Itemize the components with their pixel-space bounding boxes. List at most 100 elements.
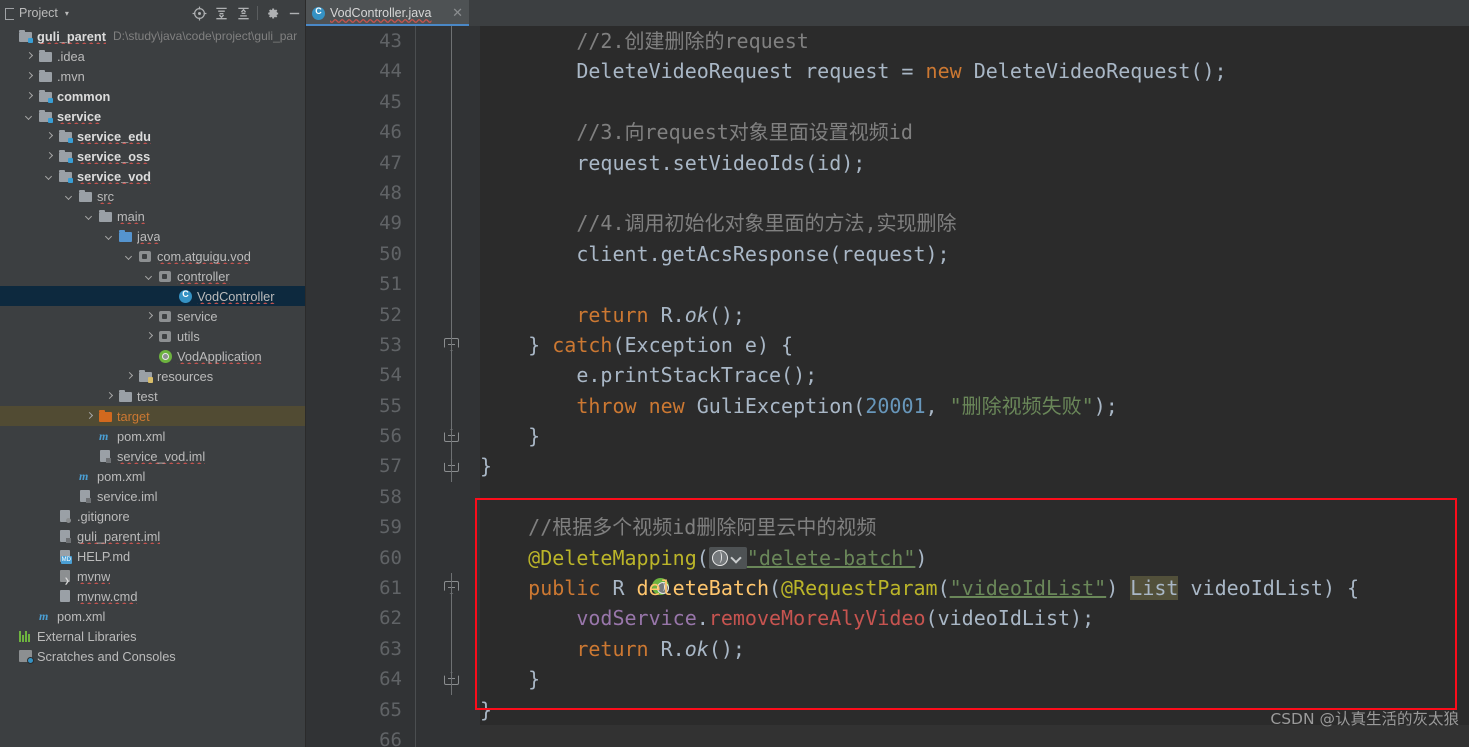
tree-node-guli-parent-iml[interactable]: guli_parent.iml <box>0 526 305 546</box>
line-number: 53 <box>379 333 402 356</box>
project-view-icon <box>5 8 14 20</box>
tree-node-vodapplication[interactable]: VodApplication <box>0 346 305 366</box>
code-line[interactable]: 43 //2.创建删除的request <box>306 26 1469 56</box>
code-line[interactable]: 60 @DeleteMapping("delete-batch") <box>306 543 1469 573</box>
code-line[interactable]: 44 DeleteVideoRequest request = new Dele… <box>306 56 1469 86</box>
tree-node-resources[interactable]: resources <box>0 366 305 386</box>
tree-node-test[interactable]: test <box>0 386 305 406</box>
tree-node-service[interactable]: service <box>0 306 305 326</box>
code-token: ok <box>684 302 709 327</box>
code-line[interactable]: 54 e.printStackTrace(); <box>306 360 1469 390</box>
code-line[interactable]: 56 } <box>306 421 1469 451</box>
code-token: R. <box>660 636 685 661</box>
tree-toggle-down-icon[interactable] <box>85 211 96 222</box>
code-line[interactable]: 52 return R.ok(); <box>306 300 1469 330</box>
tree-toggle-right-icon[interactable] <box>25 51 36 62</box>
maven-icon: m <box>79 469 89 483</box>
collapse-all-button[interactable] <box>232 2 254 24</box>
tree-toggle-down-icon[interactable] <box>145 271 156 282</box>
expand-all-button[interactable] <box>210 2 232 24</box>
code-line[interactable]: 49 //4.调用初始化对象里面的方法,实现删除 <box>306 208 1469 238</box>
tree-node-mvn[interactable]: .mvn <box>0 66 305 86</box>
tree-toggle-right-icon[interactable] <box>45 131 56 142</box>
tree-node-gitignore[interactable]: .gitignore <box>0 506 305 526</box>
editor-tab-vodcontroller[interactable]: VodController.java ✕ <box>306 0 469 26</box>
code-line[interactable]: 64 } <box>306 664 1469 694</box>
tree-toggle-right-icon[interactable] <box>45 151 56 162</box>
tree-node-service-vod-iml[interactable]: service_vod.iml <box>0 446 305 466</box>
code-line[interactable]: 63 return R.ok(); <box>306 634 1469 664</box>
tree-node-service-oss[interactable]: service_oss <box>0 146 305 166</box>
code-line[interactable]: 50 client.getAcsResponse(request); <box>306 239 1469 269</box>
tree-node-src[interactable]: src <box>0 186 305 206</box>
tree-node-label: .mvn <box>57 68 85 84</box>
code-line[interactable]: 62 vodService.removeMoreAlyVideo(videoId… <box>306 603 1469 633</box>
folder-icon <box>39 69 53 83</box>
tree-node-pom-xml[interactable]: m pom.xml <box>0 426 305 446</box>
tree-toggle-down-icon[interactable] <box>45 171 56 182</box>
request-mapping-globe-icon[interactable] <box>708 546 747 569</box>
tree-node-service-vod[interactable]: service_vod <box>0 166 305 186</box>
code-line[interactable]: 61 public R deleteBatch(@RequestParam("v… <box>306 573 1469 603</box>
tree-node-pom-xml[interactable]: m pom.xml <box>0 466 305 486</box>
tree-toggle-right-icon[interactable] <box>105 391 116 402</box>
settings-button[interactable] <box>261 2 283 24</box>
hide-tool-window-button[interactable] <box>283 2 305 24</box>
tree-node-service[interactable]: service <box>0 106 305 126</box>
code-line[interactable]: 48 <box>306 178 1469 208</box>
code-token: (Exception e) { <box>612 332 794 357</box>
code-line[interactable]: 53 } catch(Exception e) { <box>306 330 1469 360</box>
code-line[interactable]: 55 throw new GuliException(20001, "删除视频失… <box>306 391 1469 421</box>
tree-toggle-right-icon[interactable] <box>145 331 156 342</box>
markdown-file-icon <box>59 549 73 564</box>
tree-toggle-right-icon[interactable] <box>85 411 96 422</box>
tree-node-main[interactable]: main <box>0 206 305 226</box>
tree-node-controller[interactable]: controller <box>0 266 305 286</box>
project-tree[interactable]: guli_parent D:\study\java\code\project\gu… <box>0 26 305 747</box>
code-line[interactable]: 59 //根据多个视频id删除阿里云中的视频 <box>306 512 1469 542</box>
tree-node-scratches-and-consoles[interactable]: Scratches and Consoles <box>0 646 305 666</box>
tree-toggle-down-icon[interactable] <box>105 231 116 242</box>
code-lines[interactable]: 43 //2.创建删除的request 44 DeleteVideoRequest… <box>306 26 1469 747</box>
code-line[interactable]: 46 //3.向request对象里面设置视频id <box>306 117 1469 147</box>
tree-node-external-libraries[interactable]: External Libraries <box>0 626 305 646</box>
tree-toggle-down-icon[interactable] <box>25 111 36 122</box>
code-line[interactable]: 58 <box>306 482 1469 512</box>
tree-node-java[interactable]: java <box>0 226 305 246</box>
code-line-text: @DeleteMapping("delete-batch") <box>480 543 1469 573</box>
tree-node-utils[interactable]: utils <box>0 326 305 346</box>
tree-node-common[interactable]: common <box>0 86 305 106</box>
code-token: ( <box>937 576 950 601</box>
locate-in-tree-button[interactable] <box>188 2 210 24</box>
tree-node-help-md[interactable]: HELP.md <box>0 546 305 566</box>
tree-node-service-iml[interactable]: service.iml <box>0 486 305 506</box>
tree-node-label: service_vod <box>77 168 151 184</box>
tree-toggle-right-icon[interactable] <box>25 91 36 102</box>
code-line[interactable]: 45 <box>306 87 1469 117</box>
code-token: throw new <box>576 393 697 418</box>
tree-node-com-atguigu-vod[interactable]: com.atguigu.vod <box>0 246 305 266</box>
tree-node-mvnw-cmd[interactable]: mvnw.cmd <box>0 586 305 606</box>
folder-icon <box>39 49 53 63</box>
code-line[interactable]: 47 request.setVideoIds(id); <box>306 148 1469 178</box>
tree-node-target[interactable]: target <box>0 406 305 426</box>
code-editor[interactable]: 43 //2.创建删除的request 44 DeleteVideoRequest… <box>306 26 1469 747</box>
tree-toggle-right-icon[interactable] <box>125 371 136 382</box>
code-line[interactable]: 57} <box>306 451 1469 481</box>
tree-toggle-down-icon[interactable] <box>65 191 76 202</box>
tree-node-mvnw[interactable]: mvnw <box>0 566 305 586</box>
tree-node-idea[interactable]: .idea <box>0 46 305 66</box>
tree-toggle-right-icon[interactable] <box>25 71 36 82</box>
close-icon[interactable]: ✕ <box>452 5 463 21</box>
code-line[interactable]: 51 <box>306 269 1469 299</box>
code-line-text: return R.ok(); <box>480 634 1469 664</box>
tree-toggle-down-icon[interactable] <box>125 251 136 262</box>
scratches-icon <box>19 649 34 664</box>
tree-node-pom-xml[interactable]: m pom.xml <box>0 606 305 626</box>
tree-node-vodcontroller[interactable]: VodController <box>0 286 305 306</box>
tree-node-service-edu[interactable]: service_edu <box>0 126 305 146</box>
project-tool-window-title[interactable]: Project ▾ <box>0 6 69 20</box>
tree-node-guli-parent[interactable]: guli_parent D:\study\java\code\project\gu… <box>0 26 305 46</box>
tree-toggle-right-icon[interactable] <box>145 311 156 322</box>
